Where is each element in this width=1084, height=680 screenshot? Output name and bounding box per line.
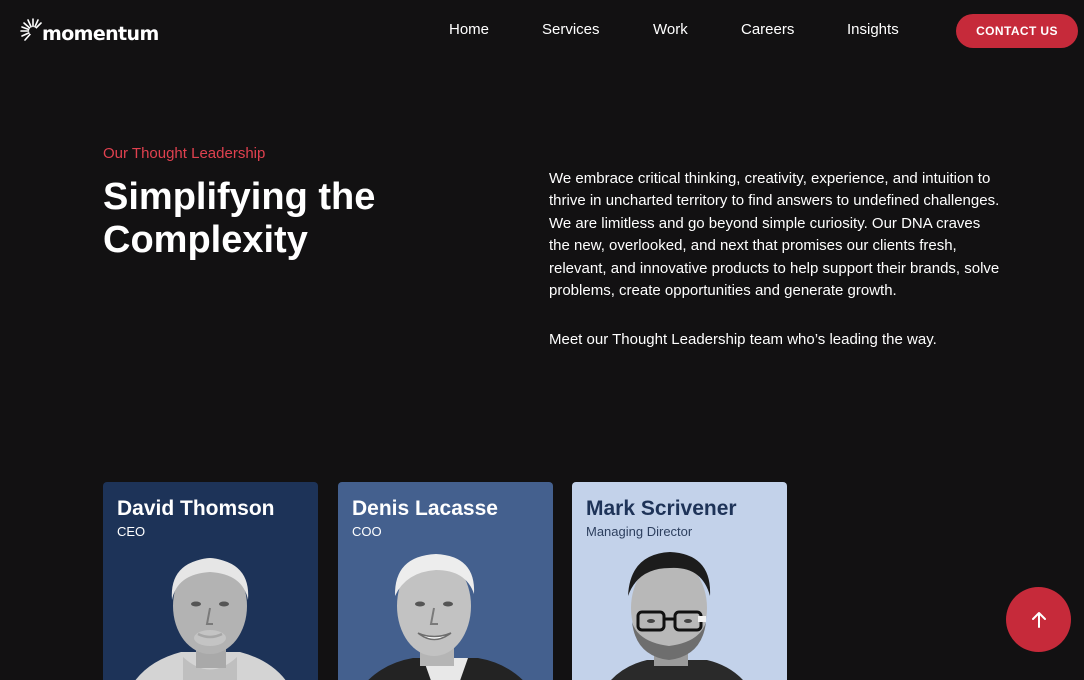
intro-cta-paragraph: Meet our Thought Leadership team who’s l… bbox=[549, 331, 937, 349]
nav-careers[interactable]: Careers bbox=[741, 21, 794, 38]
main-nav: Home Services Work Careers Insights bbox=[0, 21, 1084, 41]
page: momentum Home Services Work Careers Insi… bbox=[0, 0, 1084, 680]
intro-paragraph: We embrace critical thinking, creativity… bbox=[549, 170, 1000, 300]
intro-text: We embrace critical thinking, creativity… bbox=[549, 168, 1004, 379]
nav-work[interactable]: Work bbox=[653, 21, 688, 38]
team-member-role: COO bbox=[352, 524, 382, 539]
nav-home[interactable]: Home bbox=[449, 21, 489, 38]
nav-insights[interactable]: Insights bbox=[847, 21, 899, 38]
team-member-role: CEO bbox=[117, 524, 146, 539]
team-card-david-thomson[interactable]: David Thomson CEO bbox=[103, 482, 318, 680]
team-card-denis-lacasse[interactable]: Denis Lacasse COO bbox=[338, 482, 553, 680]
team-member-name: David Thomson bbox=[117, 497, 275, 520]
page-title: Simplifying the Complexity bbox=[103, 176, 376, 261]
team-member-name: Mark Scrivener bbox=[586, 497, 737, 520]
scroll-to-top-button[interactable] bbox=[1006, 587, 1071, 652]
team-member-role: Managing Director bbox=[586, 524, 693, 539]
contact-us-button[interactable]: CONTACT US bbox=[956, 14, 1078, 48]
team-card-mark-scrivener[interactable]: Mark Scrivener Managing Director bbox=[572, 482, 787, 680]
arrow-up-icon bbox=[1031, 611, 1046, 628]
nav-services[interactable]: Services bbox=[542, 21, 600, 38]
section-eyebrow: Our Thought Leadership bbox=[103, 145, 266, 162]
team-member-name: Denis Lacasse bbox=[352, 497, 498, 520]
